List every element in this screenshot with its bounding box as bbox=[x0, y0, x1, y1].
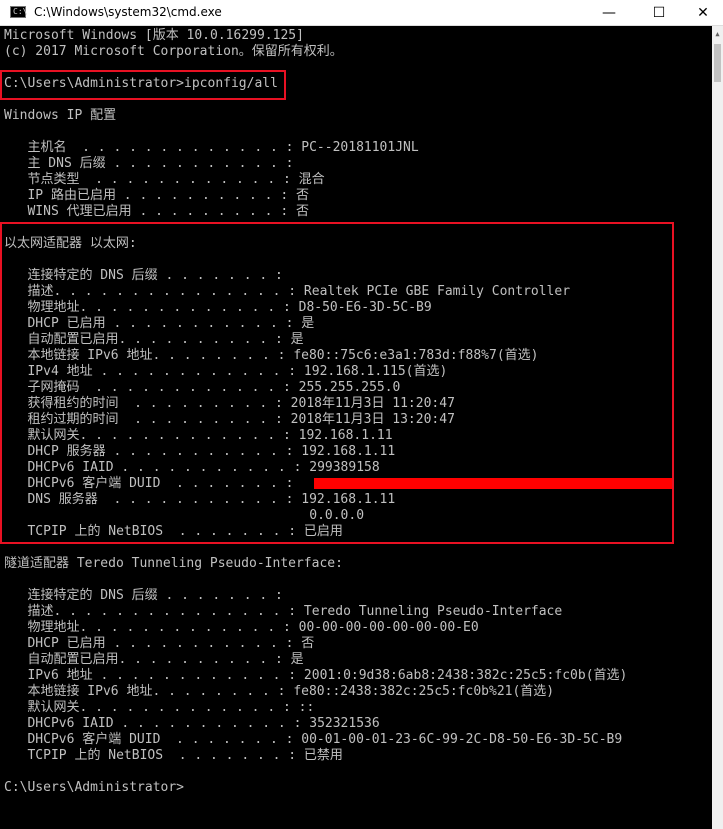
console-line: DHCP 已启用 . . . . . . . . . . . : 否 bbox=[4, 636, 315, 651]
console-line: 默认网关. . . . . . . . . . . . . : :: bbox=[4, 700, 315, 715]
close-button[interactable]: ✕ bbox=[680, 0, 723, 25]
scroll-up-arrow-icon[interactable]: ▲ bbox=[712, 26, 723, 42]
window-title: C:\Windows\system32\cmd.exe bbox=[34, 5, 222, 19]
console-line: 描述. . . . . . . . . . . . . . . : Teredo… bbox=[4, 604, 563, 619]
console-line: Microsoft Windows [版本 10.0.16299.125] bbox=[4, 28, 304, 43]
console-line: DHCPv6 IAID . . . . . . . . . . . : 3523… bbox=[4, 716, 380, 731]
duid-redaction-bar bbox=[314, 478, 672, 489]
console-line: 隧道适配器 Teredo Tunneling Pseudo-Interface: bbox=[4, 556, 343, 571]
console-line: TCPIP 上的 NetBIOS . . . . . . . : 已禁用 bbox=[4, 748, 343, 763]
console-line: Windows IP 配置 bbox=[4, 108, 117, 123]
console-line: 物理地址. . . . . . . . . . . . . : 00-00-00… bbox=[4, 620, 479, 635]
ethernet-adapter-highlight-box bbox=[0, 222, 674, 544]
console-line: 本地链接 IPv6 地址. . . . . . . . : fe80::2438… bbox=[4, 684, 555, 699]
cmd-icon[interactable]: C:\ bbox=[10, 6, 28, 18]
console-line: 主机名 . . . . . . . . . . . . . : PC--2018… bbox=[4, 140, 419, 155]
console-line: 节点类型 . . . . . . . . . . . . : 混合 bbox=[4, 172, 325, 187]
console-line: IPv6 地址 . . . . . . . . . . . . : 2001:0… bbox=[4, 668, 628, 683]
console-line: (c) 2017 Microsoft Corporation。保留所有权利。 bbox=[4, 44, 343, 59]
command-highlight-box bbox=[0, 70, 286, 100]
console-output[interactable]: C:\Users\Administrator> TCPIP 上的 NetBIOS… bbox=[0, 26, 712, 829]
minimize-button[interactable]: — bbox=[586, 0, 632, 25]
title-bar[interactable]: C:\ C:\Windows\system32\cmd.exe — ☐ ✕ bbox=[0, 0, 723, 26]
console-line: C:\Users\Administrator> bbox=[4, 780, 185, 795]
console-line: 自动配置已启用. . . . . . . . . . : 是 bbox=[4, 652, 304, 667]
console-line: IP 路由已启用 . . . . . . . . . . : 否 bbox=[4, 188, 309, 203]
console-line: DHCPv6 客户端 DUID . . . . . . . : 00-01-00… bbox=[4, 732, 623, 747]
scrollbar-thumb[interactable] bbox=[714, 44, 721, 82]
console-line: 主 DNS 后缀 . . . . . . . . . . . : bbox=[4, 156, 294, 171]
maximize-button[interactable]: ☐ bbox=[636, 0, 682, 25]
cmd-icon-glyph: C:\ bbox=[13, 7, 28, 16]
console-line: WINS 代理已启用 . . . . . . . . . : 否 bbox=[4, 204, 309, 219]
console-line: 连接特定的 DNS 后缀 . . . . . . . : bbox=[4, 588, 283, 603]
vertical-scrollbar[interactable]: ▲ bbox=[712, 26, 723, 829]
